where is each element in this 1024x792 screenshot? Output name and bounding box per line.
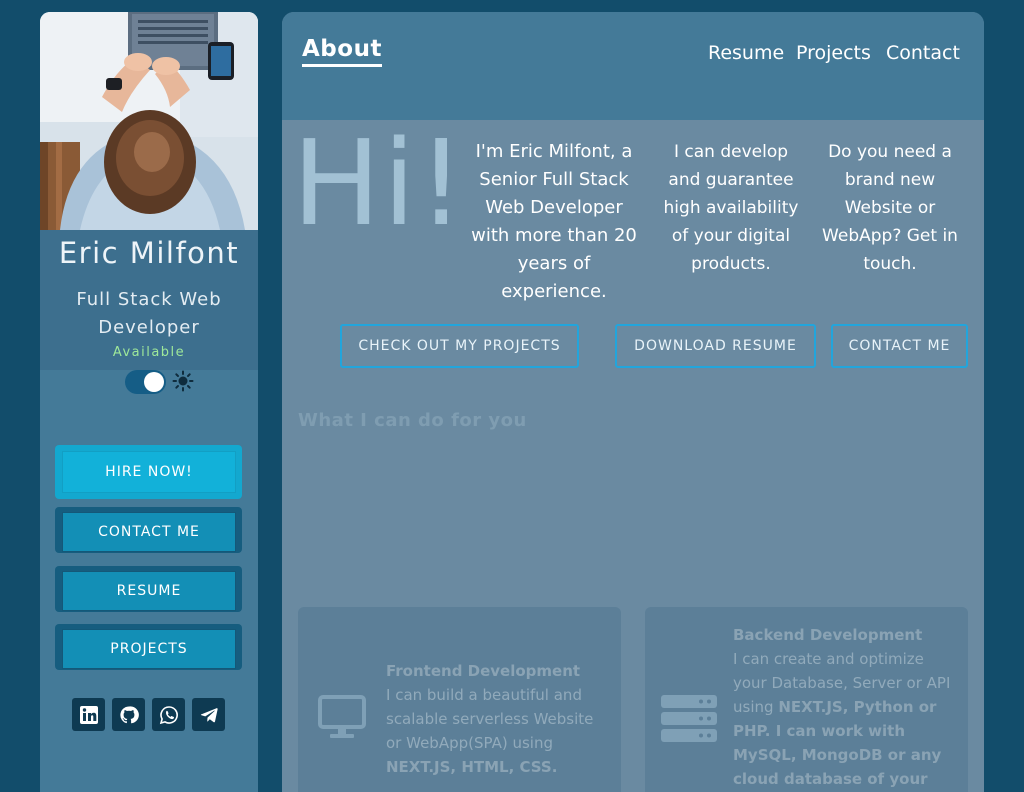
check-out-projects-button[interactable]: CHECK OUT MY PROJECTS	[340, 324, 579, 368]
top-navigation: About Resume Projects Contact	[282, 12, 984, 120]
backend-card-text: Backend Development I can create and opt…	[733, 623, 957, 791]
monitor-icon	[318, 695, 366, 738]
frontend-card-tech: NEXT.JS, HTML, CSS.	[386, 758, 558, 776]
server-icon	[661, 695, 717, 742]
theme-toggle[interactable]	[125, 370, 166, 394]
frontend-service-card: Frontend Development I can build a beaut…	[298, 607, 621, 792]
toggle-knob	[144, 372, 164, 392]
hire-button-frame: HIRE NOW!	[55, 445, 242, 499]
github-icon[interactable]	[112, 698, 145, 731]
download-resume-button[interactable]: DOWNLOAD RESUME	[615, 324, 816, 368]
nav-projects[interactable]: Projects	[796, 42, 871, 64]
frontend-card-text: Frontend Development I can build a beaut…	[386, 659, 606, 779]
sun-icon[interactable]	[172, 370, 194, 392]
frontend-card-description: I can build a beautiful and scalable ser…	[386, 686, 594, 752]
availability-text: I can develop and guarantee high availab…	[663, 142, 799, 274]
contact-me-button[interactable]: CONTACT ME	[63, 513, 235, 551]
hero-greeting: Hi!	[292, 114, 467, 252]
nav-about[interactable]: About	[302, 36, 382, 67]
resume-button-frame: RESUME	[55, 566, 242, 612]
linkedin-icon[interactable]	[72, 698, 105, 731]
projects-button-frame: PROJECTS	[55, 624, 242, 670]
social-links	[72, 698, 232, 731]
profile-photo	[40, 12, 258, 230]
contact-me-cta-button[interactable]: CONTACT ME	[831, 324, 968, 368]
backend-service-card: Backend Development I can create and opt…	[645, 607, 968, 792]
resume-button[interactable]: RESUME	[63, 572, 235, 610]
intro-text: I'm Eric Milfont, a Senior Full Stack We…	[471, 141, 637, 302]
profile-name: Eric Milfont	[58, 236, 240, 270]
whatsapp-icon[interactable]	[152, 698, 185, 731]
profile-sidebar: Eric Milfont Full Stack Web Developer Av…	[40, 12, 258, 792]
nav-contact[interactable]: Contact	[886, 42, 960, 64]
availability-status: Available	[112, 345, 186, 360]
hire-now-button[interactable]: HIRE NOW!	[63, 452, 235, 492]
telegram-icon[interactable]	[192, 698, 225, 731]
profile-info: Eric Milfont Full Stack Web Developer Av…	[40, 230, 258, 370]
profile-title: Full Stack Web Developer	[76, 289, 222, 338]
nav-resume[interactable]: Resume	[708, 42, 784, 64]
backend-card-title: Backend Development	[733, 626, 923, 644]
frontend-card-title: Frontend Development	[386, 662, 581, 680]
contact-button-frame: CONTACT ME	[55, 507, 242, 553]
projects-button[interactable]: PROJECTS	[63, 630, 235, 668]
main-panel: About Resume Projects Contact Hi! I'm Er…	[282, 12, 984, 792]
get-in-touch-text: Do you need a brand new Website or WebAp…	[822, 142, 958, 274]
services-heading: What I can do for you	[298, 410, 527, 431]
